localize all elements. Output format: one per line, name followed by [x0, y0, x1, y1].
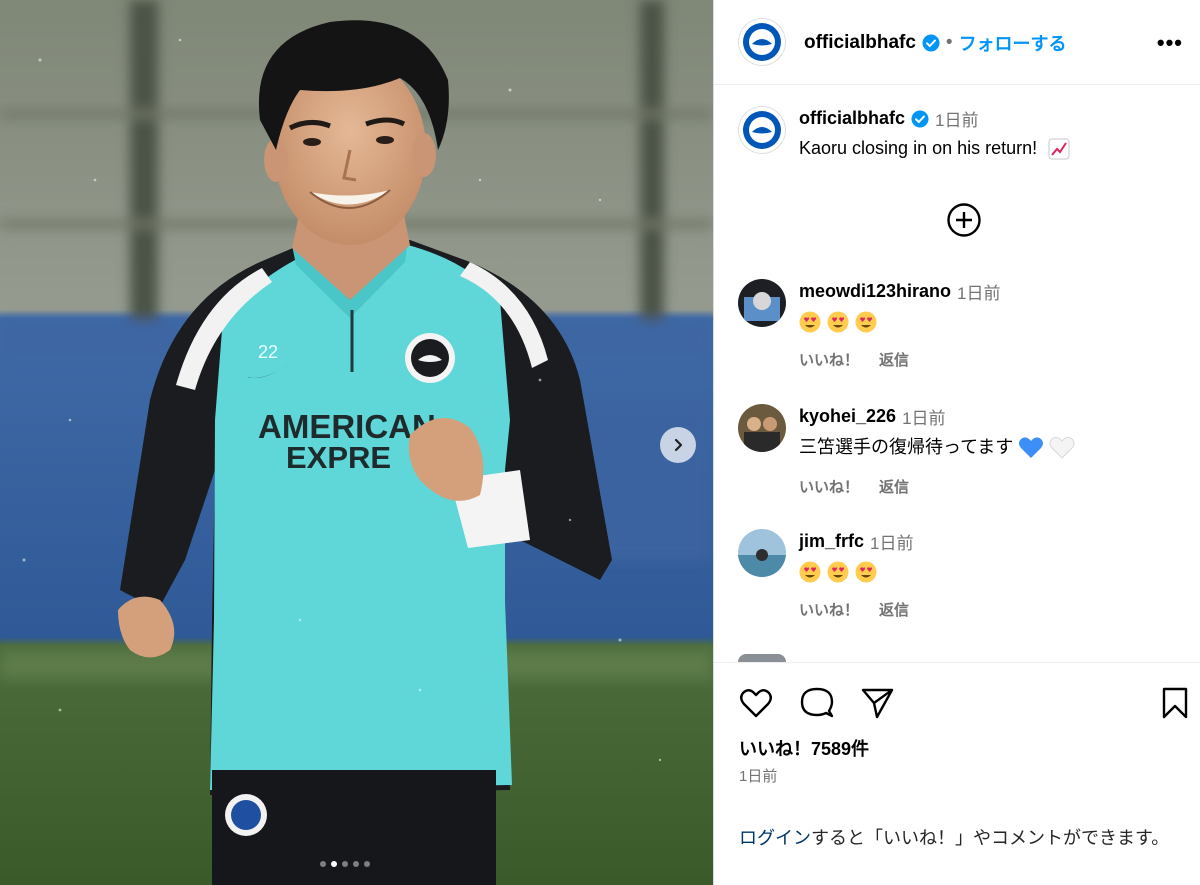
carousel-dot[interactable] [353, 861, 359, 867]
comment-time[interactable]: 1日前 [957, 279, 1000, 304]
comment-bubble-icon[interactable] [799, 685, 835, 721]
post-photo: AMERICAN EXPRE 22 [0, 0, 713, 885]
carousel-dot[interactable] [331, 861, 337, 867]
login-link[interactable]: ログイン [739, 828, 811, 848]
header-username[interactable]: officialbhafc [804, 32, 916, 54]
jersey-number: 22 [258, 342, 278, 362]
verified-badge-icon [911, 110, 929, 127]
carousel-dots [320, 861, 370, 867]
caption-username[interactable]: officialbhafc [799, 108, 905, 129]
comment-time[interactable]: 1日前 [870, 529, 913, 554]
comment-username[interactable]: meowdi123hirano [799, 281, 951, 302]
user-avatar-icon [738, 404, 786, 452]
comment-time[interactable]: 1日前 [902, 404, 945, 429]
sponsor-text-line2: EXPRE [286, 440, 391, 475]
like-heart-icon[interactable] [738, 685, 774, 721]
comment-like-button[interactable]: いいね！ [799, 349, 859, 370]
comment-like-button[interactable]: いいね！ [799, 476, 859, 497]
heart-eyes-emoji-icon [827, 311, 849, 333]
brighton-crest-icon [738, 106, 786, 154]
post-header: officialbhafc • フォローする ••• [714, 0, 1200, 85]
comment-like-button[interactable]: いいね！ [799, 599, 859, 620]
post-media[interactable]: AMERICAN EXPRE 22 [0, 0, 713, 885]
brighton-crest-icon [738, 18, 786, 66]
login-prompt-text: すると「いいね！」やコメントができます。 [811, 828, 1170, 848]
next-slide-button[interactable] [660, 427, 696, 463]
comment-emojis [799, 311, 1179, 333]
comment-avatar[interactable] [738, 279, 786, 327]
comment-reply-button[interactable]: 返信 [879, 599, 909, 620]
comments-list[interactable]: officialbhafc 1日前 Kaoru closing in on hi… [714, 86, 1200, 662]
load-more-comments-icon[interactable] [947, 203, 981, 237]
heart-eyes-emoji-icon [855, 561, 877, 583]
more-options-icon[interactable]: ••• [1157, 30, 1183, 56]
comment-avatar[interactable] [738, 404, 786, 452]
caption-avatar[interactable] [738, 106, 786, 154]
comment-text: 三笘選手の復帰待ってます [799, 436, 1014, 457]
heart-eyes-emoji-icon [799, 311, 821, 333]
user-avatar-icon [738, 529, 786, 577]
login-prompt: ログインすると「いいね！」やコメントができます。 [739, 826, 1179, 851]
heart-eyes-emoji-icon [855, 311, 877, 333]
comment-username[interactable]: kyohei_226 [799, 406, 896, 427]
comment-username[interactable]: jim_frfc [799, 531, 864, 552]
post-footer: いいね！7589件 1日前 ログインすると「いいね！」やコメントができます。 [714, 662, 1200, 885]
carousel-dot[interactable] [342, 861, 348, 867]
chevron-right-icon [674, 438, 683, 452]
likes-count[interactable]: いいね！7589件 [739, 735, 869, 761]
caption-text: Kaoru closing in on his return! [799, 138, 1038, 158]
follow-button[interactable]: フォローする [959, 30, 1067, 56]
post-side-panel: officialbhafc • フォローする ••• officialbhafc… [713, 0, 1200, 885]
caption-text-wrap: Kaoru closing in on his return! [799, 138, 1179, 160]
post-date[interactable]: 1日前 [739, 765, 777, 786]
caption-time[interactable]: 1日前 [935, 106, 978, 131]
header-separator: • [945, 32, 953, 53]
carousel-dot[interactable] [320, 861, 326, 867]
comment-avatar[interactable] [738, 529, 786, 577]
share-paper-plane-icon[interactable] [859, 685, 895, 721]
comment-emojis [799, 561, 1179, 583]
user-avatar-icon [738, 279, 786, 327]
comment-reply-button[interactable]: 返信 [879, 476, 909, 497]
carousel-dot[interactable] [364, 861, 370, 867]
heart-eyes-emoji-icon [827, 561, 849, 583]
bookmark-icon[interactable] [1157, 685, 1193, 721]
blue-heart-icon [1019, 437, 1044, 458]
account-avatar[interactable] [738, 18, 786, 66]
comment-reply-button[interactable]: 返信 [879, 349, 909, 370]
comment-avatar-partial [738, 654, 786, 662]
heart-eyes-emoji-icon [799, 561, 821, 583]
chart-increasing-icon [1048, 138, 1070, 160]
verified-badge-icon [922, 34, 940, 52]
white-heart-icon [1049, 436, 1075, 459]
comment-text-wrap: 三笘選手の復帰待ってます [799, 436, 1179, 460]
